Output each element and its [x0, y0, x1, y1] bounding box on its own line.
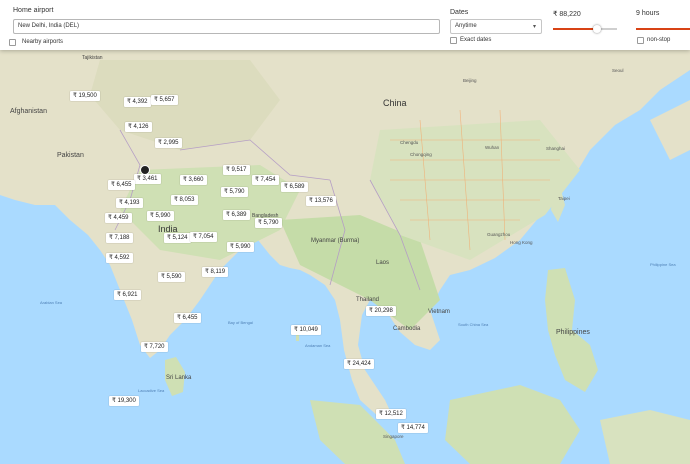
price-slider-handle[interactable] — [593, 25, 601, 33]
city-label: Chengdu — [400, 140, 419, 145]
city-label: Shanghai — [546, 146, 566, 151]
country-label: Cambodia — [393, 326, 421, 332]
city-label: Guangzhou — [487, 232, 511, 237]
destination-price-tag[interactable]: ₹ 7,054 — [190, 232, 217, 242]
home-airport-label: Home airport — [13, 7, 54, 14]
dates-select[interactable]: Anytime ▾ — [450, 19, 542, 34]
country-label: Sri Lanka — [166, 375, 192, 381]
dates-label: Dates — [450, 9, 469, 16]
destination-price-tag[interactable]: ₹ 3,461 — [134, 174, 161, 184]
city-label: Singapore — [383, 434, 404, 439]
destination-price-tag[interactable]: ₹ 5,790 — [255, 218, 282, 228]
destination-price-tag[interactable]: ₹ 6,589 — [281, 182, 308, 192]
origin-airport-marker[interactable] — [140, 165, 150, 175]
destination-price-tag[interactable]: ₹ 7,188 — [106, 233, 133, 243]
country-label: China — [383, 98, 407, 108]
map-canvas[interactable] — [0, 0, 690, 464]
price-slider-fill[interactable] — [553, 28, 597, 30]
destination-price-tag[interactable]: ₹ 5,790 — [221, 187, 248, 197]
sea-label: Andaman Sea — [305, 343, 331, 348]
country-label: Thailand — [356, 297, 380, 303]
country-label: Pakistan — [57, 152, 84, 159]
destination-price-tag[interactable]: ₹ 4,193 — [116, 198, 143, 208]
destination-price-tag[interactable]: ₹ 14,774 — [398, 423, 428, 433]
destination-price-tag[interactable]: ₹ 20,298 — [366, 306, 396, 316]
city-label: Hong Kong — [510, 240, 533, 245]
destination-price-tag[interactable]: ₹ 4,592 — [106, 253, 133, 263]
destination-price-tag[interactable]: ₹ 3,660 — [180, 175, 207, 185]
destination-price-tag[interactable]: ₹ 8,119 — [202, 267, 229, 277]
nonstop-label: non-stop — [647, 37, 671, 43]
sea-label: Bay of Bengal — [228, 320, 253, 325]
destination-price-tag[interactable]: ₹ 2,995 — [155, 138, 182, 148]
country-label: Vietnam — [428, 309, 450, 315]
destination-price-tag[interactable]: ₹ 5,990 — [227, 242, 254, 252]
destination-price-tag[interactable]: ₹ 7,454 — [252, 175, 279, 185]
country-label: Afghanistan — [10, 108, 47, 115]
sea-label: South China Sea — [458, 322, 489, 327]
destination-price-tag[interactable]: ₹ 5,657 — [151, 95, 178, 105]
exact-dates-checkbox[interactable] — [450, 37, 457, 44]
duration-limit-label: 9 hours — [636, 10, 660, 17]
destination-price-tag[interactable]: ₹ 4,459 — [105, 213, 132, 223]
destination-price-tag[interactable]: ₹ 6,389 — [223, 210, 250, 220]
country-label: Tajikistan — [82, 55, 103, 61]
country-label: Myanmar (Burma) — [311, 238, 360, 244]
destination-price-tag[interactable]: ₹ 5,990 — [147, 211, 174, 221]
destination-price-tag[interactable]: ₹ 6,455 — [108, 180, 135, 190]
city-label: Seoul — [612, 68, 624, 73]
city-label: Beijing — [463, 78, 477, 83]
price-limit-label: ₹ 88,220 — [553, 11, 581, 18]
destination-price-tag[interactable]: ₹ 13,576 — [306, 196, 336, 206]
destination-price-tag[interactable]: ₹ 4,392 — [124, 97, 151, 107]
country-label: Laos — [376, 260, 390, 266]
destination-price-tag[interactable]: ₹ 8,053 — [171, 195, 198, 205]
destination-price-tag[interactable]: ₹ 19,500 — [70, 91, 100, 101]
sea-label: Laccadive Sea — [138, 388, 165, 393]
destination-price-tag[interactable]: ₹ 6,921 — [114, 290, 141, 300]
destination-price-tag[interactable]: ₹ 7,720 — [141, 342, 168, 352]
nearby-airports-checkbox[interactable] — [9, 39, 16, 46]
chevron-down-icon: ▾ — [532, 24, 536, 30]
destination-price-tag[interactable]: ₹ 6,455 — [174, 313, 201, 323]
country-label: Philippines — [556, 329, 590, 336]
city-label: Wuhan — [485, 145, 500, 150]
sea-label: Philippine Sea — [650, 262, 676, 267]
search-filters-panel: Home airport New Delhi, India (DEL) Near… — [0, 0, 690, 50]
city-label: Taipei — [558, 196, 570, 201]
home-airport-input[interactable]: New Delhi, India (DEL) — [13, 19, 440, 34]
destination-price-tag[interactable]: ₹ 5,124 — [164, 233, 191, 243]
destination-price-tag[interactable]: ₹ 4,126 — [125, 122, 152, 132]
destination-price-tag[interactable]: ₹ 9,517 — [223, 165, 250, 175]
sea-label: Arabian Sea — [40, 300, 63, 305]
destination-price-tag[interactable]: ₹ 12,512 — [376, 409, 406, 419]
nonstop-checkbox[interactable] — [637, 37, 644, 44]
destination-price-tag[interactable]: ₹ 10,049 — [291, 325, 321, 335]
destination-price-tag[interactable]: ₹ 19,300 — [109, 396, 139, 406]
nearby-airports-label: Nearby airports — [22, 39, 64, 45]
duration-slider[interactable] — [636, 28, 690, 30]
destination-price-tag[interactable]: ₹ 24,424 — [344, 359, 374, 369]
dates-select-value: Anytime — [455, 23, 477, 29]
city-label: Chongqing — [410, 152, 432, 157]
exact-dates-label: Exact dates — [460, 37, 492, 43]
destination-price-tag[interactable]: ₹ 5,590 — [158, 272, 185, 282]
